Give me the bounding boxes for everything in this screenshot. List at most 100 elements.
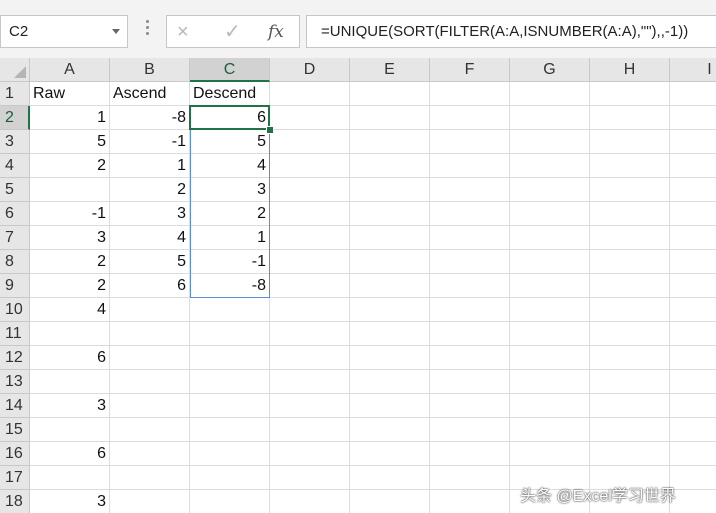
cell-a16[interactable]: 6 — [30, 442, 110, 466]
cell-c5[interactable]: 3 — [190, 178, 270, 202]
cell-e9[interactable] — [350, 274, 430, 298]
more-options-icon[interactable] — [146, 20, 150, 40]
cell-g13[interactable] — [510, 370, 590, 394]
cell-c9[interactable]: -8 — [190, 274, 270, 298]
cell-f17[interactable] — [430, 466, 510, 490]
cell-f3[interactable] — [430, 130, 510, 154]
cell-e7[interactable] — [350, 226, 430, 250]
cell-b7[interactable]: 4 — [110, 226, 190, 250]
row-header-9[interactable]: 9 — [0, 274, 30, 298]
cell-d4[interactable] — [270, 154, 350, 178]
cancel-icon[interactable]: × — [177, 18, 189, 46]
cell-h5[interactable] — [590, 178, 670, 202]
cell-e1[interactable] — [350, 82, 430, 106]
cell-a7[interactable]: 3 — [30, 226, 110, 250]
cell-e16[interactable] — [350, 442, 430, 466]
select-all-button[interactable] — [0, 58, 30, 82]
cell-h9[interactable] — [590, 274, 670, 298]
cell-h10[interactable] — [590, 298, 670, 322]
cell-i1[interactable] — [670, 82, 716, 106]
row-header-15[interactable]: 15 — [0, 418, 30, 442]
cell-h13[interactable] — [590, 370, 670, 394]
cell-f10[interactable] — [430, 298, 510, 322]
row-header-14[interactable]: 14 — [0, 394, 30, 418]
cell-f1[interactable] — [430, 82, 510, 106]
cell-h11[interactable] — [590, 322, 670, 346]
cell-e5[interactable] — [350, 178, 430, 202]
cell-a6[interactable]: -1 — [30, 202, 110, 226]
chevron-down-icon[interactable] — [112, 29, 120, 34]
formula-input[interactable]: =UNIQUE(SORT(FILTER(A:A,ISNUMBER(A:A),""… — [306, 15, 716, 48]
cell-f5[interactable] — [430, 178, 510, 202]
column-header-c[interactable]: C — [190, 58, 270, 82]
cell-g1[interactable] — [510, 82, 590, 106]
cell-g14[interactable] — [510, 394, 590, 418]
cell-d14[interactable] — [270, 394, 350, 418]
cell-i17[interactable] — [670, 466, 716, 490]
cell-h1[interactable] — [590, 82, 670, 106]
insert-function-icon[interactable]: fx — [268, 18, 284, 46]
cell-h7[interactable] — [590, 226, 670, 250]
cell-i6[interactable] — [670, 202, 716, 226]
cell-c7[interactable]: 1 — [190, 226, 270, 250]
cell-a5[interactable] — [30, 178, 110, 202]
cell-c2[interactable]: 6 — [190, 106, 270, 130]
cell-i5[interactable] — [670, 178, 716, 202]
cell-d2[interactable] — [270, 106, 350, 130]
cell-d1[interactable] — [270, 82, 350, 106]
cell-b8[interactable]: 5 — [110, 250, 190, 274]
row-header-3[interactable]: 3 — [0, 130, 30, 154]
cell-i12[interactable] — [670, 346, 716, 370]
row-header-18[interactable]: 18 — [0, 490, 30, 513]
cell-a10[interactable]: 4 — [30, 298, 110, 322]
column-header-g[interactable]: G — [510, 58, 590, 82]
cell-f4[interactable] — [430, 154, 510, 178]
cell-b9[interactable]: 6 — [110, 274, 190, 298]
cell-d11[interactable] — [270, 322, 350, 346]
cell-g12[interactable] — [510, 346, 590, 370]
cell-c1[interactable]: Descend — [190, 82, 270, 106]
cell-a9[interactable]: 2 — [30, 274, 110, 298]
row-header-10[interactable]: 10 — [0, 298, 30, 322]
cell-d15[interactable] — [270, 418, 350, 442]
cell-a8[interactable]: 2 — [30, 250, 110, 274]
cell-i4[interactable] — [670, 154, 716, 178]
cell-b13[interactable] — [110, 370, 190, 394]
cell-i11[interactable] — [670, 322, 716, 346]
row-header-8[interactable]: 8 — [0, 250, 30, 274]
cell-i14[interactable] — [670, 394, 716, 418]
cell-i2[interactable] — [670, 106, 716, 130]
cell-e2[interactable] — [350, 106, 430, 130]
cell-b14[interactable] — [110, 394, 190, 418]
cell-f7[interactable] — [430, 226, 510, 250]
cell-b10[interactable] — [110, 298, 190, 322]
cell-b1[interactable]: Ascend — [110, 82, 190, 106]
cell-b17[interactable] — [110, 466, 190, 490]
cell-c17[interactable] — [190, 466, 270, 490]
cell-c10[interactable] — [190, 298, 270, 322]
cell-g3[interactable] — [510, 130, 590, 154]
cell-g6[interactable] — [510, 202, 590, 226]
cell-h3[interactable] — [590, 130, 670, 154]
cell-e15[interactable] — [350, 418, 430, 442]
cell-c11[interactable] — [190, 322, 270, 346]
cell-a3[interactable]: 5 — [30, 130, 110, 154]
cell-b11[interactable] — [110, 322, 190, 346]
cell-g16[interactable] — [510, 442, 590, 466]
cell-i16[interactable] — [670, 442, 716, 466]
cell-a4[interactable]: 2 — [30, 154, 110, 178]
cell-i10[interactable] — [670, 298, 716, 322]
cell-h14[interactable] — [590, 394, 670, 418]
cell-d13[interactable] — [270, 370, 350, 394]
cell-f11[interactable] — [430, 322, 510, 346]
cell-f12[interactable] — [430, 346, 510, 370]
cell-d10[interactable] — [270, 298, 350, 322]
cell-h8[interactable] — [590, 250, 670, 274]
row-header-7[interactable]: 7 — [0, 226, 30, 250]
cell-g7[interactable] — [510, 226, 590, 250]
cell-a17[interactable] — [30, 466, 110, 490]
cell-a14[interactable]: 3 — [30, 394, 110, 418]
row-header-16[interactable]: 16 — [0, 442, 30, 466]
cell-h6[interactable] — [590, 202, 670, 226]
cell-c14[interactable] — [190, 394, 270, 418]
